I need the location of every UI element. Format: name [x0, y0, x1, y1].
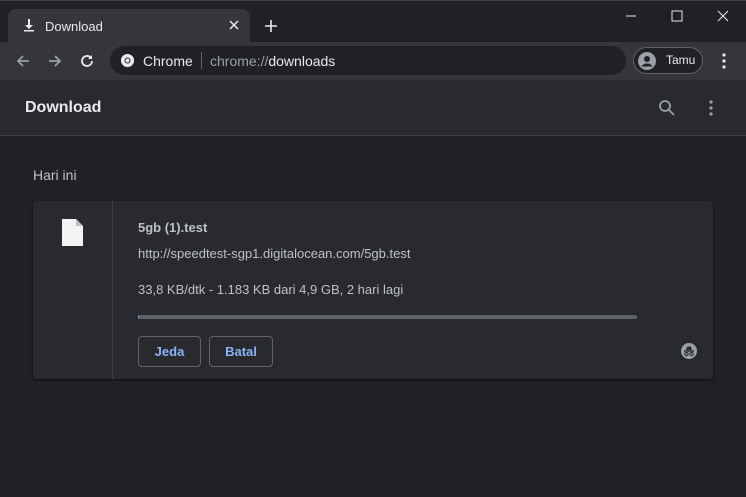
avatar-icon — [638, 52, 656, 70]
back-button[interactable] — [11, 49, 35, 73]
browser-menu-button[interactable] — [713, 50, 735, 72]
forward-button[interactable] — [43, 49, 67, 73]
reload-icon — [81, 55, 93, 67]
close-icon — [717, 10, 729, 22]
minimize-icon — [626, 15, 636, 17]
file-source-url[interactable]: http://speedtest-sgp1.digitalocean.com/5… — [138, 246, 410, 261]
url-host: downloads — [268, 53, 336, 69]
maximize-button[interactable] — [654, 1, 700, 31]
profile-button[interactable]: Tamu — [633, 47, 703, 74]
close-window-button[interactable] — [700, 1, 746, 31]
downloads-menu-button[interactable] — [700, 97, 722, 119]
search-button[interactable] — [656, 97, 678, 119]
url-scheme: chrome:// — [210, 53, 269, 69]
pause-button[interactable]: Jeda — [138, 336, 201, 367]
omnibox-url: chrome://downloads — [210, 53, 335, 69]
more-vert-icon — [722, 53, 726, 69]
search-icon — [659, 100, 675, 116]
close-tab-icon[interactable] — [226, 17, 242, 33]
profile-name: Tamu — [666, 53, 696, 67]
browser-toolbar: Chrome chrome://downloads Tamu — [0, 42, 746, 80]
download-progress-bar — [138, 315, 637, 319]
reload-button[interactable] — [75, 49, 99, 73]
arrow-right-icon — [49, 55, 62, 67]
tab-title: Download — [45, 19, 103, 34]
maximize-icon — [671, 10, 683, 22]
arrow-left-icon — [16, 55, 29, 67]
cancel-button[interactable]: Batal — [209, 336, 273, 367]
plus-icon — [265, 20, 277, 32]
tab-strip: Download — [0, 0, 746, 43]
chrome-icon — [120, 53, 135, 68]
address-bar[interactable]: Chrome chrome://downloads — [110, 46, 626, 75]
download-item-card: 5gb (1).test http://speedtest-sgp1.digit… — [33, 201, 713, 379]
incognito-icon — [680, 342, 698, 360]
new-tab-button[interactable] — [260, 15, 282, 37]
page-title: Download — [25, 99, 102, 116]
file-icon — [62, 219, 83, 246]
file-name[interactable]: 5gb (1).test — [138, 220, 207, 235]
omnibox-separator — [201, 52, 202, 69]
download-status: 33,8 KB/dtk - 1.183 KB dari 4,9 GB, 2 ha… — [138, 282, 404, 297]
omnibox-chip: Chrome — [143, 53, 193, 69]
tab-downloads[interactable]: Download — [8, 9, 250, 43]
date-section-label: Hari ini — [33, 167, 77, 183]
file-icon-column — [33, 201, 113, 379]
download-icon — [22, 18, 36, 32]
downloads-header: Download — [0, 80, 746, 136]
more-vert-icon — [709, 100, 713, 116]
minimize-button[interactable] — [608, 1, 654, 31]
